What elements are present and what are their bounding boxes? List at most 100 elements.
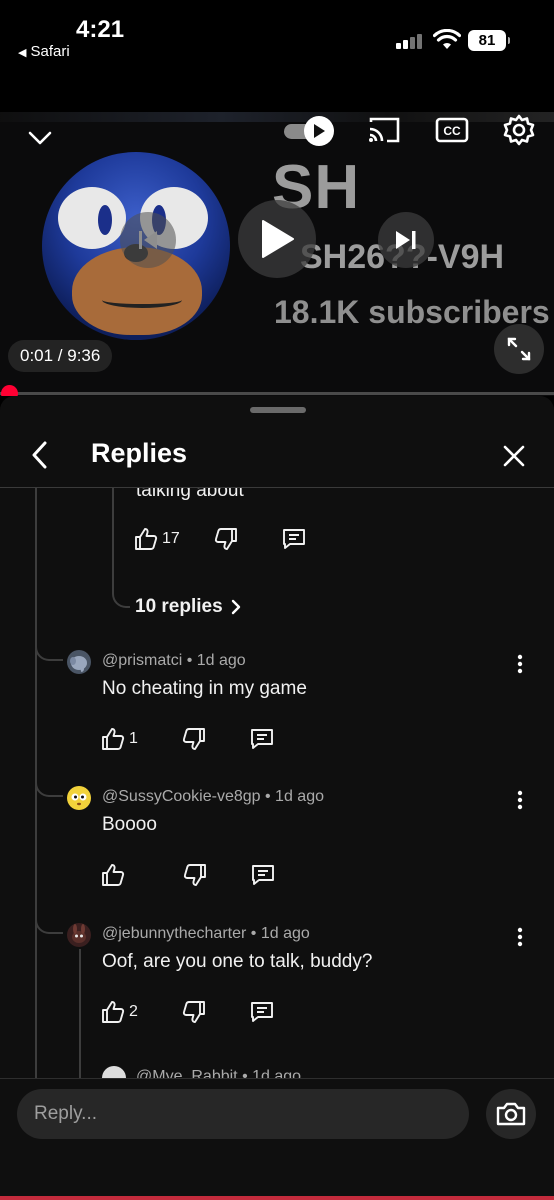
reply-composer (0, 1078, 554, 1200)
svg-text:CC: CC (443, 124, 461, 138)
truncated-comment-text: talking about (136, 488, 244, 501)
comment-text: Oof, are you one to talk, buddy? (102, 951, 373, 972)
progress-scrubber[interactable] (1, 385, 19, 396)
like-button[interactable]: 2 (101, 997, 138, 1027)
fullscreen-button[interactable] (494, 324, 544, 374)
comment-icon (282, 529, 305, 549)
reply-button[interactable] (251, 860, 275, 890)
video-frame-strip (0, 112, 554, 122)
reply-button[interactable] (250, 724, 274, 754)
camera-icon (496, 1102, 526, 1126)
fullscreen-icon (507, 337, 531, 361)
close-button[interactable] (496, 438, 532, 474)
thumbs-up-icon (102, 728, 125, 750)
elephant-avatar[interactable] (67, 650, 91, 674)
comment-menu-button[interactable] (508, 650, 532, 678)
reply-input[interactable] (17, 1089, 469, 1139)
comment-menu-button[interactable] (508, 923, 532, 951)
like-count: 17 (162, 530, 180, 547)
like-button[interactable]: 1 (101, 724, 138, 754)
thread-connector (35, 630, 63, 661)
wifi-icon (433, 29, 461, 49)
panel-title: Replies (91, 438, 188, 468)
back-triangle-icon: ◀ (18, 47, 27, 59)
thread-connector (112, 584, 130, 608)
chevron-left-icon (32, 441, 47, 469)
play-button[interactable] (238, 200, 316, 278)
comment-author[interactable]: @Mye_Rabbit (136, 1068, 238, 1078)
comment-meta: @SussyCookie-ve8gp • 1d ago (102, 788, 324, 805)
next-button[interactable] (378, 212, 434, 268)
comment-age: 1d ago (196, 652, 246, 669)
gear-icon (503, 114, 535, 146)
drag-handle[interactable] (250, 407, 306, 413)
thread-connector (35, 766, 63, 797)
captions-button[interactable]: CC (434, 114, 470, 146)
comment-meta: @jebunnythecharter • 1d ago (102, 925, 310, 942)
cellular-signal-icon (396, 33, 426, 49)
comment-age: 1d ago (275, 788, 324, 805)
bunny-avatar[interactable] (67, 923, 91, 947)
like-count: 2 (129, 1003, 138, 1020)
thread-connector (35, 903, 63, 934)
cast-icon (369, 117, 400, 143)
status-bar: 4:21 ◀ Safari 81 (0, 0, 554, 112)
comment-actions: 2 (101, 997, 274, 1027)
comment-actions: 1 (101, 724, 274, 754)
thumbs-up-icon (102, 864, 125, 886)
panel-header: Replies (0, 422, 554, 488)
autoplay-toggle[interactable] (282, 116, 336, 146)
back-button[interactable] (22, 438, 56, 472)
comment-author[interactable]: @prismatci (102, 652, 182, 669)
like-button[interactable] (101, 860, 129, 890)
home-indicator (0, 1196, 554, 1200)
like-button[interactable]: 17 (134, 524, 180, 554)
autoplay-knob (304, 116, 334, 146)
video-player[interactable]: SH SH26??-V9H 18.1K subscribers CC (0, 112, 554, 396)
comment-author[interactable]: @jebunnythecharter (102, 925, 246, 942)
play-small-icon (314, 124, 325, 138)
dislike-button[interactable] (182, 724, 206, 754)
parent-actions: 17 (134, 524, 306, 554)
like-count: 1 (129, 730, 138, 747)
more-vertical-icon (517, 654, 523, 674)
dislike-button[interactable] (182, 997, 206, 1027)
camera-button[interactable] (486, 1089, 536, 1139)
chevron-right-icon (231, 599, 240, 615)
comment-text: No cheating in my game (102, 678, 307, 699)
skip-next-icon (396, 231, 416, 249)
settings-button[interactable] (500, 112, 538, 148)
time-display: 0:01 / 9:36 (8, 340, 113, 372)
comment-author[interactable]: @SussyCookie-ve8gp (102, 788, 261, 805)
view-replies-link[interactable]: 10 replies (135, 596, 241, 618)
collapse-player-button[interactable] (22, 120, 58, 156)
emoji-avatar[interactable] (67, 786, 91, 810)
clock: 4:21 (76, 16, 125, 43)
dislike-button[interactable] (214, 524, 238, 554)
reply-button[interactable] (250, 997, 274, 1027)
comment-text: Boooo (102, 814, 157, 835)
chevron-down-icon (28, 131, 52, 145)
thumbs-up-icon (135, 528, 158, 550)
comment-icon (250, 729, 273, 749)
more-vertical-icon (517, 927, 523, 947)
comment-age: 1d ago (252, 1068, 302, 1078)
reply-thread[interactable]: talking about 17 10 replies @prismatci • (0, 488, 554, 1078)
progress-bar[interactable] (0, 385, 554, 396)
comment-age: 1d ago (260, 925, 310, 942)
back-app-label: Safari (30, 43, 70, 60)
back-to-app-link[interactable]: ◀ Safari (18, 43, 70, 60)
more-vertical-icon (517, 790, 523, 810)
replies-count-label: 10 replies (135, 596, 223, 617)
reply-button[interactable] (282, 524, 306, 554)
comment-menu-button[interactable] (508, 786, 532, 814)
thumbs-down-icon (214, 528, 237, 550)
battery-indicator: 81 (468, 30, 510, 51)
rabbit-avatar[interactable] (102, 1066, 126, 1078)
dislike-button[interactable] (183, 860, 207, 890)
skip-previous-icon (139, 231, 157, 249)
previous-button[interactable] (120, 212, 176, 268)
close-icon (503, 445, 525, 467)
thumbs-down-icon (182, 728, 205, 750)
cast-button[interactable] (366, 114, 402, 146)
